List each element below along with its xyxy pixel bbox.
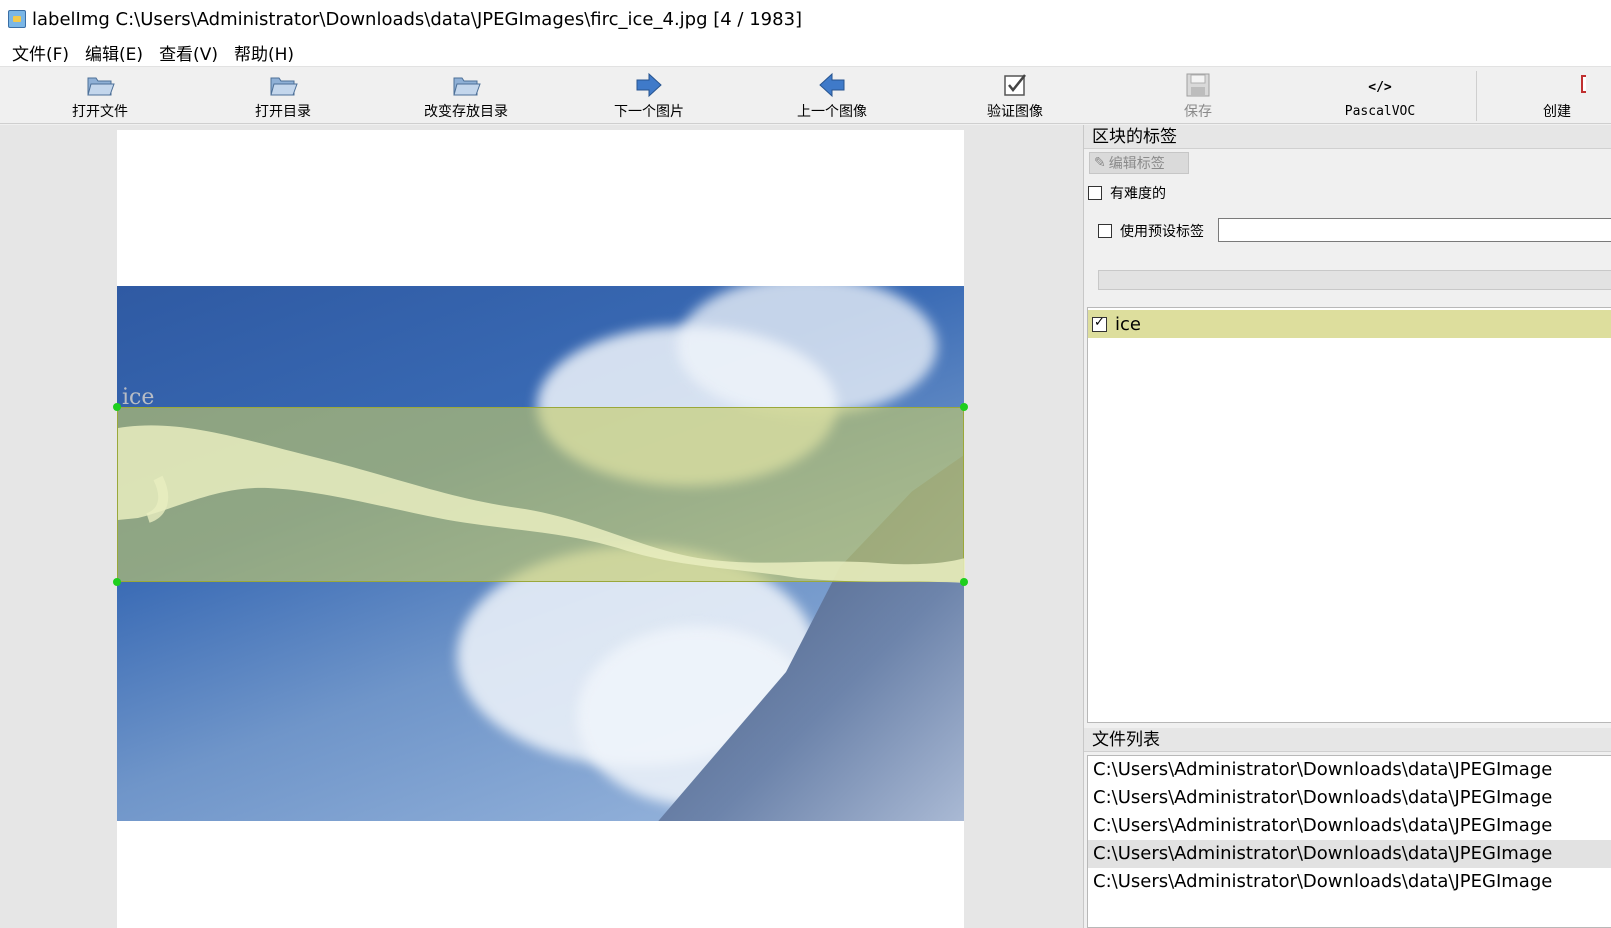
default-label-combo[interactable] (1098, 270, 1611, 290)
format-toggle-button[interactable]: </> PascalVOC (1335, 67, 1425, 125)
file-list-item[interactable]: C:\Users\Administrator\Downloads\data\JP… (1088, 756, 1611, 784)
label-list-item[interactable]: ice (1088, 310, 1611, 338)
menu-help[interactable]: 帮助(H) (226, 40, 302, 65)
pencil-icon: ✎ (1094, 155, 1106, 171)
folder-open-icon (451, 71, 481, 99)
title-bar: labelImg C:\Users\Administrator\Download… (0, 0, 1611, 38)
resize-handle-top-left[interactable] (113, 403, 121, 411)
create-label: 创建 (1543, 104, 1571, 120)
create-rect-icon (1560, 71, 1586, 99)
bounding-box[interactable] (117, 407, 965, 583)
file-list-item[interactable]: C:\Users\Administrator\Downloads\data\JP… (1088, 868, 1611, 896)
save-disk-icon (1185, 71, 1211, 99)
difficult-checkbox-row[interactable]: 有难度的 (1088, 183, 1166, 203)
labelimg-app-icon (8, 10, 26, 28)
box-label-text: ice (122, 385, 155, 410)
create-box-button[interactable]: 创建 (1535, 67, 1611, 125)
file-list-item[interactable]: C:\Users\Administrator\Downloads\data\JP… (1088, 812, 1611, 840)
menu-bar: 文件(F) 编辑(E) 查看(V) 帮助(H) (0, 38, 1611, 66)
edit-label-button[interactable]: ✎ 编辑标签 (1089, 152, 1189, 174)
folder-open-icon (85, 71, 115, 99)
prev-image-button[interactable]: 上一个图像 (786, 67, 878, 125)
change-save-dir-button[interactable]: 改变存放目录 (411, 67, 521, 125)
next-image-button[interactable]: 下一个图片 (603, 67, 695, 125)
right-dock: 区块的标签 ✎ 编辑标签 有难度的 使用预设标签 ice 文件列表 C:\Use… (1083, 125, 1611, 928)
arrow-right-icon (635, 71, 663, 99)
menu-edit[interactable]: 编辑(E) (77, 40, 151, 65)
open-file-button[interactable]: 打开文件 (60, 67, 140, 125)
file-list-dock-title: 文件列表 (1084, 728, 1611, 752)
open-dir-label: 打开目录 (255, 104, 311, 120)
format-label: PascalVOC (1344, 103, 1416, 119)
difficult-checkbox[interactable] (1088, 186, 1102, 200)
window-title: labelImg C:\Users\Administrator\Download… (32, 8, 803, 30)
save-label: 保存 (1184, 104, 1212, 120)
arrow-left-icon (818, 71, 846, 99)
menu-file[interactable]: 文件(F) (4, 40, 77, 65)
use-default-label-row[interactable]: 使用预设标签 (1098, 221, 1204, 241)
frosted-branch (118, 425, 965, 583)
change-save-dir-label: 改变存放目录 (424, 104, 508, 120)
next-image-label: 下一个图片 (614, 104, 684, 120)
toolbar-separator (1476, 71, 1477, 121)
use-default-label-checkbox[interactable] (1098, 224, 1112, 238)
menu-view[interactable]: 查看(V) (151, 40, 226, 65)
resize-handle-bottom-right[interactable] (960, 578, 968, 586)
open-file-label: 打开文件 (72, 104, 128, 120)
file-list[interactable]: C:\Users\Administrator\Downloads\data\JP… (1087, 755, 1611, 928)
verify-image-label: 验证图像 (987, 104, 1043, 120)
image-canvas[interactable]: ice (0, 125, 1083, 928)
edit-label-text: 编辑标签 (1108, 156, 1165, 172)
resize-handle-top-right[interactable] (960, 403, 968, 411)
verify-image-button[interactable]: 验证图像 (975, 67, 1055, 125)
toolbar: 打开文件 打开目录 改变存放目录 下一个图片 上一个图像 验证图像 保存 </>… (0, 66, 1611, 124)
label-list[interactable]: ice (1087, 307, 1611, 723)
default-label-input[interactable] (1218, 218, 1611, 242)
checkbox-check-icon (1002, 71, 1028, 99)
file-list-item-selected[interactable]: C:\Users\Administrator\Downloads\data\JP… (1088, 840, 1611, 868)
prev-image-label: 上一个图像 (797, 104, 867, 120)
label-name: ice (1115, 313, 1141, 335)
code-tag-icon: </> (1368, 80, 1392, 95)
box-labels-dock-title: 区块的标签 (1084, 125, 1611, 149)
resize-handle-bottom-left[interactable] (113, 578, 121, 586)
use-default-label-text: 使用预设标签 (1120, 224, 1204, 240)
label-visible-checkbox[interactable] (1092, 315, 1107, 332)
difficult-label: 有难度的 (1110, 186, 1166, 202)
open-dir-button[interactable]: 打开目录 (243, 67, 323, 125)
save-button[interactable]: 保存 (1168, 67, 1228, 125)
file-list-item[interactable]: C:\Users\Administrator\Downloads\data\JP… (1088, 784, 1611, 812)
folder-open-icon (268, 71, 298, 99)
